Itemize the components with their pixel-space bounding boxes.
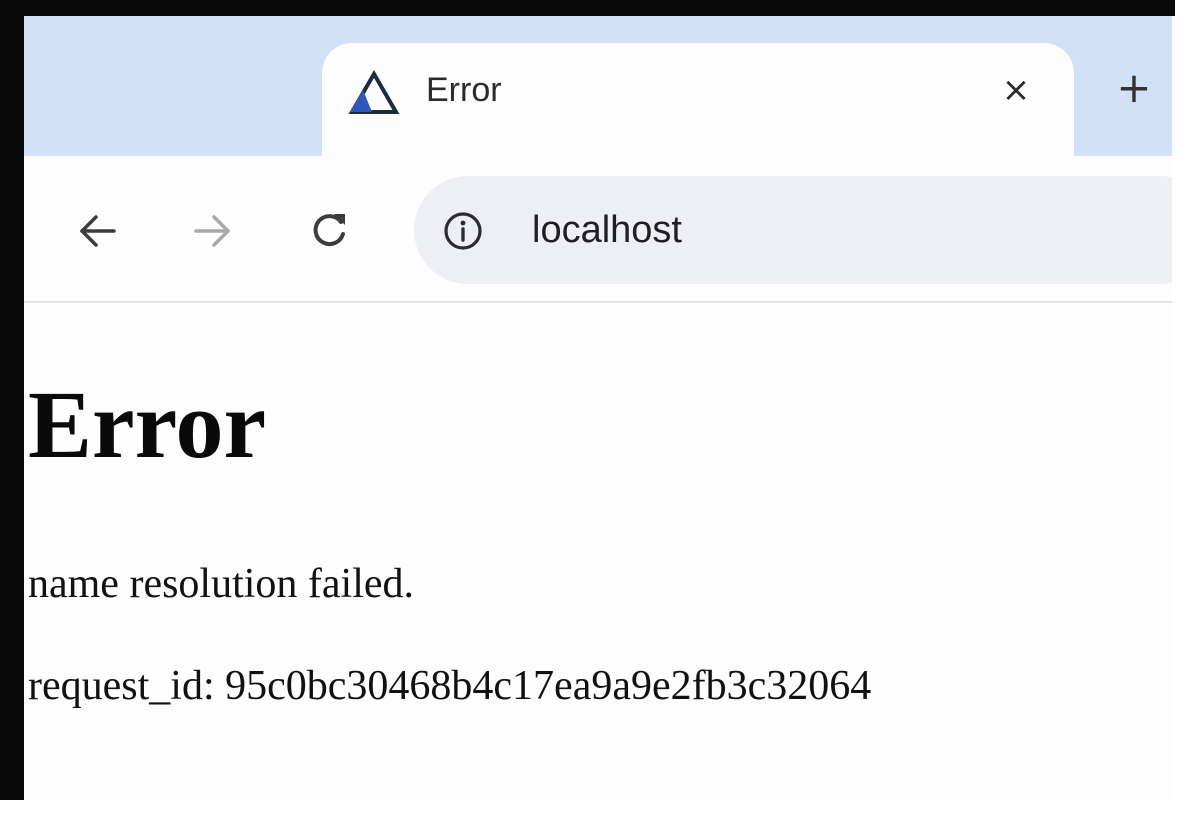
tab-title: Error [426,71,502,109]
reload-button[interactable] [304,206,354,256]
error-message: name resolution failed. [28,561,415,607]
address-bar[interactable] [414,176,1172,284]
screen-border-left [0,0,24,800]
info-icon[interactable] [440,208,486,254]
back-button[interactable] [72,206,122,256]
triangle-logo-icon [348,70,400,114]
reload-icon [313,214,345,247]
tab-close-button[interactable]: × [996,70,1036,110]
request-id-text: request_id: 95c0bc30468b4c17ea9a9e2fb3c3… [28,663,872,709]
new-tab-button[interactable]: + [1112,66,1156,110]
url-text[interactable]: localhost [532,206,682,254]
arrow-right-icon [194,215,230,247]
screen: Error × + localhost Error name resolutio… [0,0,1200,818]
forward-button[interactable] [188,206,238,256]
page-title: Error [28,371,267,478]
screen-border-top [0,0,1175,16]
arrow-left-icon [80,215,116,247]
